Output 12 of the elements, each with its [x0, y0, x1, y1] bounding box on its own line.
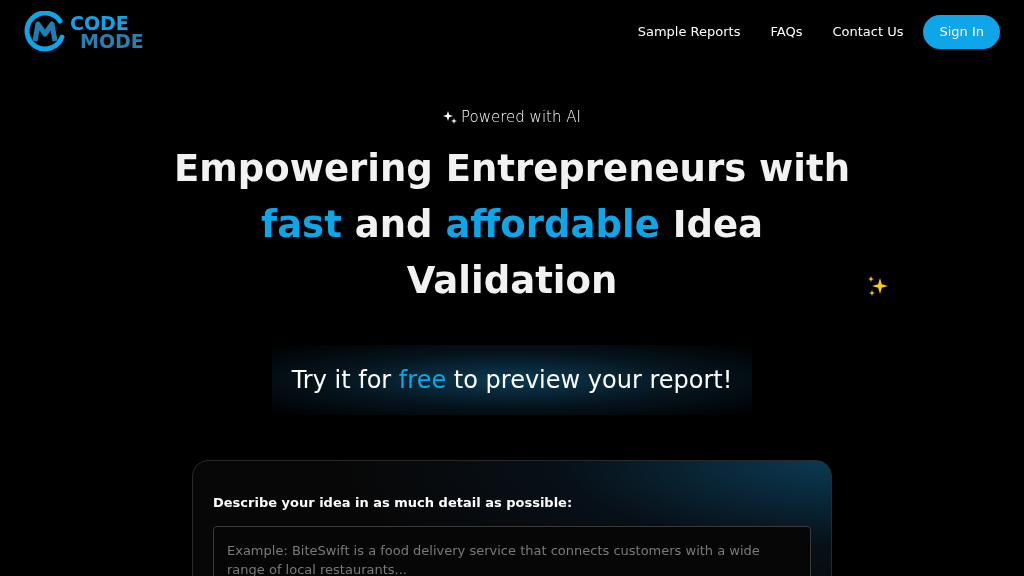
headline: Empowering Entrepreneurs with fast and affordable Idea Validation [173, 145, 851, 304]
nav-link[interactable]: FAQs [766, 22, 807, 42]
nav-link[interactable]: Sample Reports [633, 22, 745, 42]
idea-label: Describe your idea in as much detail as possible: [213, 493, 574, 512]
logo-text: CODE [70, 14, 130, 32]
logo-text: MODE [79, 32, 144, 50]
logo-icon [24, 11, 66, 53]
nav-link[interactable]: Contact Us [828, 22, 908, 42]
sparkle-icon [443, 110, 458, 125]
powered-label: Powered with AI [461, 107, 581, 128]
cta-text: Try it for free to preview your report! [291, 364, 733, 396]
idea-field[interactable]: Example: BiteSwift is a food delivery service that connects customers with a wide range of local restaurants... [213, 526, 811, 576]
